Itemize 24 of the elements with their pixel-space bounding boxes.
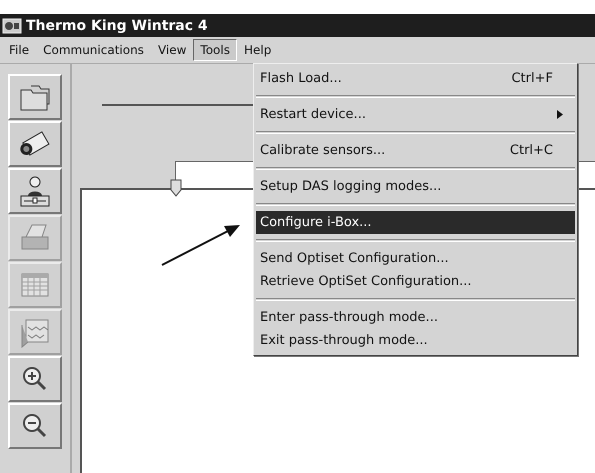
menu-item[interactable]: File	[2, 39, 36, 61]
menu-item[interactable]: Help	[236, 39, 278, 61]
menu-item[interactable]: Tools	[193, 39, 237, 61]
menu-item[interactable]: View	[150, 39, 194, 61]
menu-option[interactable]: Restart device...	[256, 103, 575, 126]
window-title: Thermo King Wintrac 4	[26, 18, 208, 34]
menu-option[interactable]: Configure i-Box...	[256, 211, 575, 234]
menu-option[interactable]: Calibrate sensors... Ctrl+C	[256, 139, 575, 162]
submenu-arrow-icon	[557, 110, 563, 119]
toolbar-button[interactable]	[8, 403, 62, 449]
menu-option[interactable]: Retrieve OptiSet Configuration...	[256, 270, 575, 293]
menu-option[interactable]: Enter pass-through mode...	[256, 306, 575, 329]
toolbar-button[interactable]	[8, 356, 62, 402]
toolbar-button[interactable]	[8, 168, 62, 214]
menu-option[interactable]: Setup DAS logging modes...	[256, 175, 575, 198]
shortcut-text: Ctrl+C	[510, 143, 553, 158]
toolbar-button[interactable]	[8, 121, 62, 167]
menu-option[interactable]: Exit pass-through mode...	[256, 329, 575, 352]
toolbar-button[interactable]	[8, 74, 62, 120]
app-icon	[2, 18, 22, 34]
shortcut-text: Ctrl+F	[511, 71, 553, 86]
menu-option[interactable]: Flash Load... Ctrl+F	[256, 67, 575, 90]
menu-item[interactable]: Communications	[36, 39, 151, 61]
menu-option[interactable]: Send Optiset Configuration...	[256, 247, 575, 270]
